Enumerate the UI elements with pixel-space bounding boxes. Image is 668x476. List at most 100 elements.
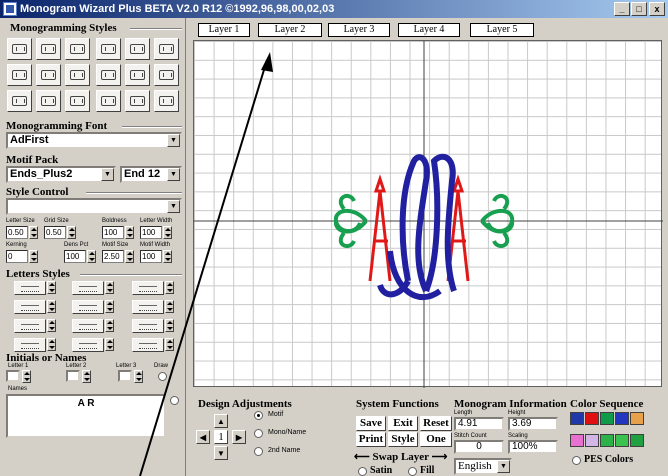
fill-radio[interactable] <box>408 467 417 476</box>
letter-1-stepper[interactable] <box>22 370 31 383</box>
letter-style-stepper[interactable] <box>47 281 56 294</box>
letter-style-button[interactable] <box>72 300 104 314</box>
grid-size-stepper[interactable] <box>67 226 76 239</box>
design-grid[interactable] <box>193 40 663 388</box>
style-button[interactable] <box>36 64 61 86</box>
style-button[interactable] <box>154 64 179 86</box>
letter-3-input[interactable] <box>118 370 132 382</box>
step-value[interactable]: 1 <box>214 430 228 444</box>
maximize-button[interactable]: □ <box>631 2 647 16</box>
chevron-down-icon[interactable]: ▼ <box>497 460 510 473</box>
scaling-field[interactable]: 100% <box>508 440 558 454</box>
letter-style-stepper[interactable] <box>165 281 174 294</box>
style-button[interactable] <box>96 64 121 86</box>
color-swatch[interactable] <box>630 412 644 425</box>
minimize-button[interactable]: _ <box>614 2 630 16</box>
tab-layer-4[interactable]: Layer 4 <box>398 23 460 37</box>
kerning-input[interactable]: 0 <box>6 250 28 263</box>
letter-style-button[interactable] <box>72 338 104 352</box>
letter-style-button[interactable] <box>132 300 164 314</box>
boldness-stepper[interactable] <box>125 226 134 239</box>
letter-style-stepper[interactable] <box>165 338 174 351</box>
one-button[interactable]: One <box>420 432 452 447</box>
save-button[interactable]: Save <box>356 416 386 431</box>
satin-radio[interactable] <box>358 467 367 476</box>
letter-1-input[interactable] <box>6 370 20 382</box>
style-button[interactable] <box>36 90 61 112</box>
letter-style-button[interactable] <box>14 281 46 295</box>
letter-style-button[interactable] <box>72 319 104 333</box>
tab-layer-2[interactable]: Layer 2 <box>258 23 322 37</box>
color-swatch[interactable] <box>615 412 629 425</box>
dens-pct-stepper[interactable] <box>87 250 96 263</box>
letter-2-stepper[interactable] <box>82 370 91 383</box>
move-right-button[interactable]: ▶ <box>232 430 246 444</box>
swap-layer-control[interactable]: ⟵ Swap Layer ⟶ <box>354 450 447 463</box>
pes-colors-radio[interactable] <box>572 456 581 465</box>
color-swatch[interactable] <box>600 412 614 425</box>
letter-size-stepper[interactable] <box>29 226 38 239</box>
style-button[interactable] <box>65 90 90 112</box>
tab-layer-3[interactable]: Layer 3 <box>328 23 390 37</box>
dens-pct-input[interactable]: 100 <box>64 250 86 263</box>
motif-width-input[interactable]: 100 <box>140 250 162 263</box>
letter-style-stepper[interactable] <box>105 300 114 313</box>
style-button[interactable] <box>7 64 32 86</box>
move-down-button[interactable]: ▼ <box>214 446 228 460</box>
style-button[interactable] <box>125 64 150 86</box>
close-button[interactable]: x <box>649 2 665 16</box>
letter-style-stepper[interactable] <box>105 338 114 351</box>
letter-style-stepper[interactable] <box>105 319 114 332</box>
chevron-down-icon[interactable]: ▼ <box>167 168 180 181</box>
letter-style-button[interactable] <box>14 300 46 314</box>
chevron-down-icon[interactable]: ▼ <box>101 168 114 181</box>
letter-style-stepper[interactable] <box>105 281 114 294</box>
style-button[interactable] <box>7 38 32 60</box>
style-button[interactable] <box>36 38 61 60</box>
letter-style-stepper[interactable] <box>47 300 56 313</box>
boldness-input[interactable]: 100 <box>102 226 124 239</box>
move-up-button[interactable]: ▲ <box>214 414 228 428</box>
kerning-stepper[interactable] <box>29 250 38 263</box>
color-swatch[interactable] <box>600 434 614 447</box>
style-button[interactable]: Style <box>388 432 418 447</box>
names-input[interactable]: A R <box>6 394 166 438</box>
color-swatch[interactable] <box>570 434 584 447</box>
grid-size-input[interactable]: 0.50 <box>44 226 66 239</box>
letter-size-input[interactable]: 0.50 <box>6 226 28 239</box>
motif-size-input[interactable]: 2.50 <box>102 250 124 263</box>
style-button[interactable] <box>65 64 90 86</box>
letter-style-button[interactable] <box>132 281 164 295</box>
arrow-right-icon[interactable]: ⟶ <box>432 451 448 463</box>
style-button[interactable] <box>65 38 90 60</box>
letter-style-button[interactable] <box>132 319 164 333</box>
chevron-down-icon[interactable]: ▼ <box>167 200 180 213</box>
letter-style-button[interactable] <box>72 281 104 295</box>
motif-radio[interactable] <box>254 411 263 420</box>
color-swatch[interactable] <box>615 434 629 447</box>
chevron-down-icon[interactable]: ▼ <box>167 134 180 147</box>
style-button[interactable] <box>125 90 150 112</box>
motif-width-stepper[interactable] <box>163 250 172 263</box>
tab-layer-5[interactable]: Layer 5 <box>470 23 534 37</box>
motif-select[interactable]: Ends_Plus2 ▼ <box>6 166 116 183</box>
draw-names-radio[interactable] <box>170 396 179 405</box>
style-control-select[interactable]: ▼ <box>6 198 182 215</box>
letter-style-stepper[interactable] <box>165 319 174 332</box>
style-button[interactable] <box>96 38 121 60</box>
motif-end-select[interactable]: End 12 ▼ <box>120 166 182 183</box>
letter-style-stepper[interactable] <box>165 300 174 313</box>
motif-size-stepper[interactable] <box>125 250 134 263</box>
letter-style-stepper[interactable] <box>47 319 56 332</box>
style-button[interactable] <box>96 90 121 112</box>
letter-style-stepper[interactable] <box>47 338 56 351</box>
language-select[interactable]: English ▼ <box>454 458 512 475</box>
style-button[interactable] <box>154 38 179 60</box>
color-swatch[interactable] <box>585 412 599 425</box>
letter-style-button[interactable] <box>132 338 164 352</box>
letter-width-input[interactable]: 100 <box>140 226 162 239</box>
arrow-left-icon[interactable]: ⟵ <box>354 451 370 463</box>
reset-button[interactable]: Reset <box>420 416 452 431</box>
letter-style-button[interactable] <box>14 319 46 333</box>
color-swatch[interactable] <box>630 434 644 447</box>
